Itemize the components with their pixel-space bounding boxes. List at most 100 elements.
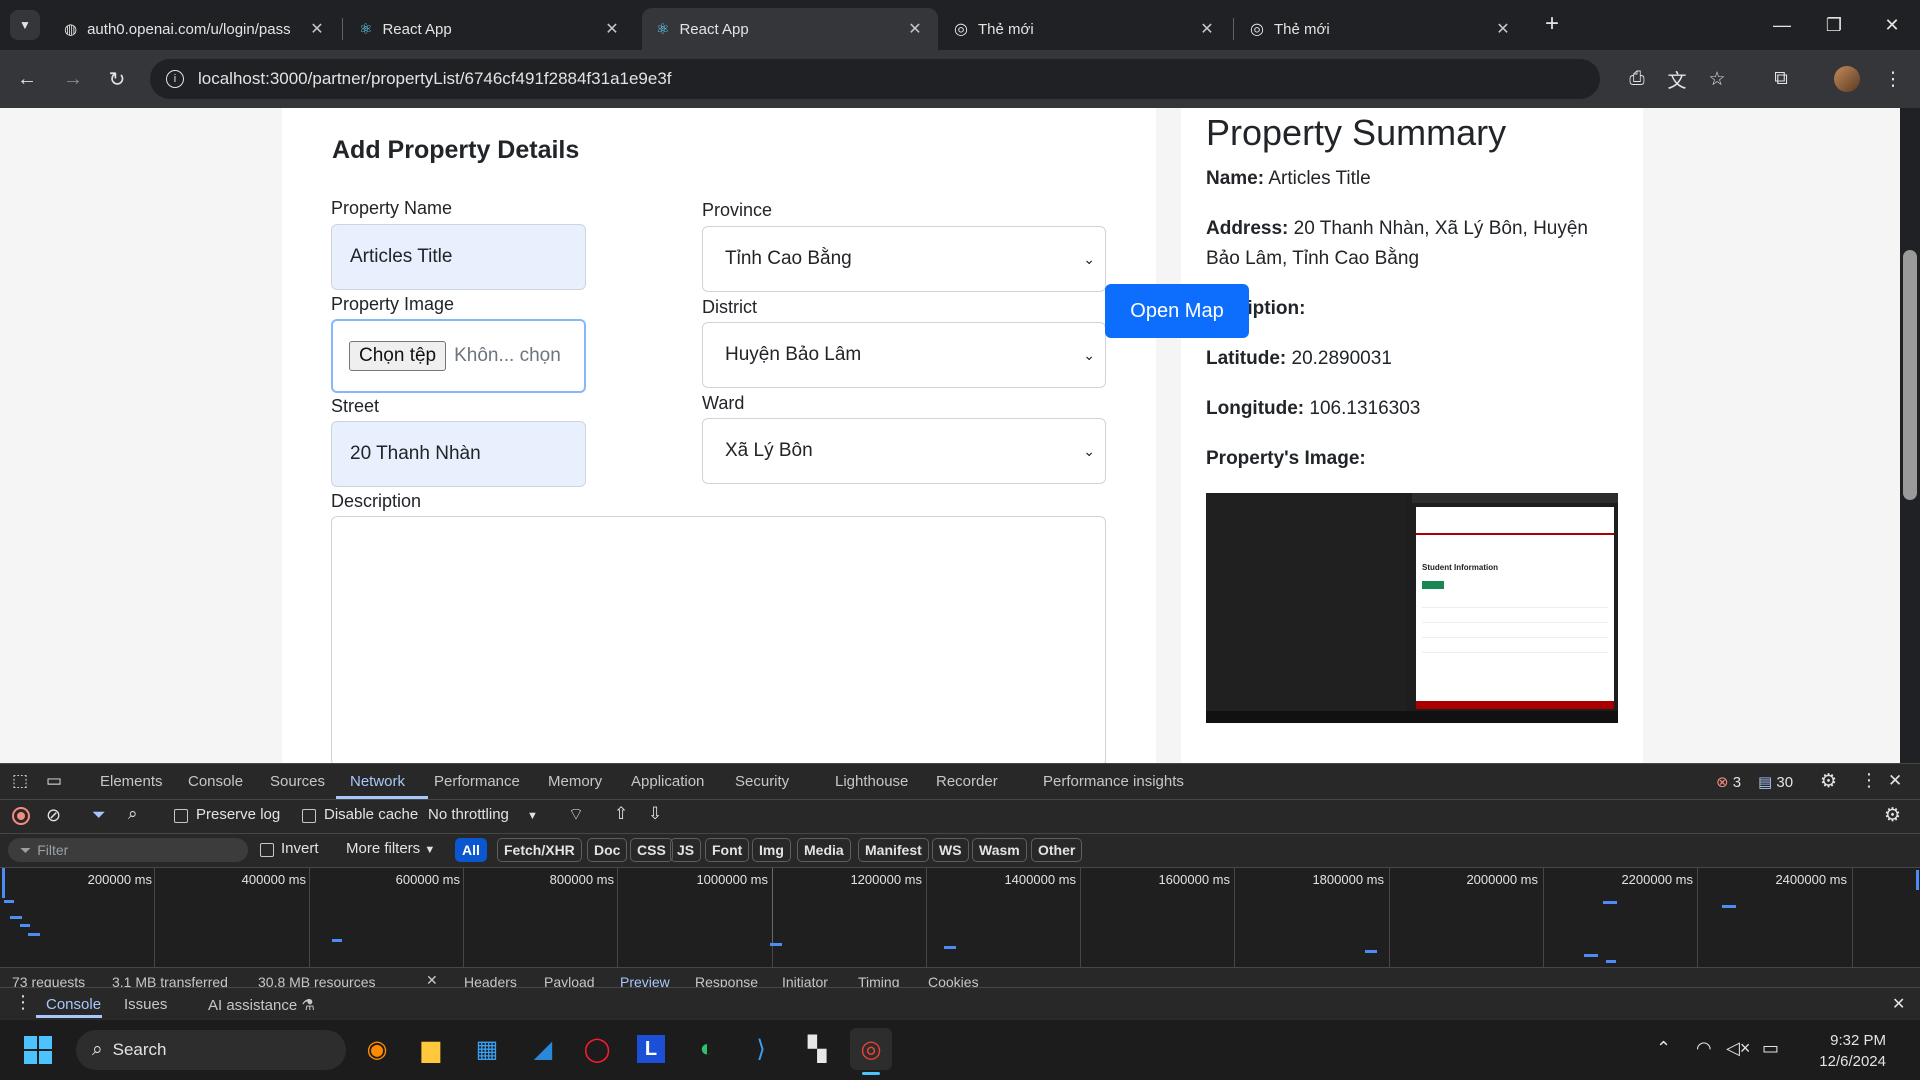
browser-tab[interactable]: ⚛ React App ✕ [345, 8, 635, 50]
extensions-icon[interactable]: ⧉ [1764, 62, 1798, 96]
windows-start-icon[interactable] [24, 1036, 52, 1064]
menu-icon[interactable]: ⋮ [1876, 62, 1910, 96]
tab-search-button[interactable]: ▼ [10, 10, 40, 40]
choose-file-button[interactable]: Chọn tệp [349, 341, 447, 371]
clock-date[interactable]: 12/6/2024 [1800, 1053, 1886, 1070]
ward-select[interactable]: Xã Lý Bôn ⌄ [702, 418, 1106, 484]
browser-tab-active[interactable]: ⚛ React App ✕ [642, 8, 938, 50]
chip-all[interactable]: All [455, 838, 487, 862]
clock-time[interactable]: 9:32 PM [1800, 1032, 1886, 1049]
page-scrollbar-thumb[interactable] [1903, 250, 1917, 500]
preserve-log-checkbox[interactable] [174, 809, 188, 823]
drawer-menu-icon[interactable]: ⋮ [14, 992, 32, 1013]
open-map-button[interactable]: Open Map [1105, 284, 1249, 338]
devtools-tab-performance[interactable]: Performance [434, 773, 520, 790]
chip-font[interactable]: Font [705, 838, 750, 862]
throttling-select[interactable]: No throttling ▼ [428, 806, 538, 823]
devtools-settings-icon[interactable]: ⚙ [1820, 770, 1837, 793]
property-image-input[interactable]: Chọn tệp Khôn... chọn [331, 319, 586, 393]
battery-icon[interactable]: ▭ [1762, 1038, 1779, 1059]
network-settings-icon[interactable]: ⚙ [1884, 804, 1901, 827]
devtools-tab-lighthouse[interactable]: Lighthouse [835, 773, 908, 790]
close-window-button[interactable]: ✕ [1864, 0, 1920, 50]
province-select[interactable]: Tỉnh Cao Bằng ⌄ [702, 226, 1106, 292]
devtools-tab-elements[interactable]: Elements [100, 773, 163, 790]
drawer-tab-ai-assistance[interactable]: AI assistance ⚗ [208, 996, 315, 1014]
chip-img[interactable]: Img [752, 838, 791, 862]
browser-tab[interactable]: ◎ Thẻ mới ✕ [940, 8, 1230, 50]
close-tab-icon[interactable]: ✕ [603, 19, 621, 39]
firefox-icon[interactable]: ◉ [356, 1028, 398, 1070]
invert-checkbox[interactable] [260, 843, 274, 857]
chip-wasm[interactable]: Wasm [972, 838, 1027, 862]
property-name-input[interactable]: Articles Title [331, 224, 586, 290]
chip-css[interactable]: CSS [630, 838, 673, 862]
search-icon[interactable]: ⌕ [128, 804, 138, 824]
devtools-tab-recorder[interactable]: Recorder [936, 773, 998, 790]
app-icon[interactable]: ▚ [796, 1028, 838, 1070]
close-tab-icon[interactable]: ✕ [906, 19, 924, 39]
chip-ws[interactable]: WS [932, 838, 969, 862]
chrome-icon[interactable]: ◎ [850, 1028, 892, 1070]
letter-l-app-icon[interactable]: L [630, 1028, 672, 1070]
detail-tab-initiator[interactable]: Initiator [782, 974, 828, 987]
edge-icon[interactable]: ◐ [686, 1028, 728, 1070]
detail-tab-preview[interactable]: Preview [620, 974, 670, 987]
file-explorer-icon[interactable]: ▆ [410, 1028, 452, 1070]
devtools-tab-memory[interactable]: Memory [548, 773, 602, 790]
new-tab-button[interactable]: + [1545, 10, 1559, 38]
close-tab-icon[interactable]: ✕ [1494, 19, 1512, 39]
inspect-element-icon[interactable]: ⬚ [12, 771, 28, 791]
message-count[interactable]: ▤ 30 [1758, 773, 1793, 791]
vscode-icon[interactable]: ⟩ [740, 1028, 782, 1070]
reload-button[interactable]: ↻ [98, 60, 136, 98]
devtools-close-icon[interactable]: ✕ [1888, 771, 1902, 791]
error-count[interactable]: ⊗ 3 [1716, 773, 1741, 791]
clear-icon[interactable]: ⊘ [46, 805, 61, 826]
devtools-menu-icon[interactable]: ⋮ [1860, 770, 1878, 791]
drawer-tab-console[interactable]: Console [46, 996, 101, 1013]
detail-tab-response[interactable]: Response [695, 974, 758, 987]
install-app-icon[interactable]: ⎙ [1620, 62, 1654, 96]
chip-manifest[interactable]: Manifest [858, 838, 929, 862]
filter-input[interactable]: ⏷ Filter [8, 838, 248, 862]
district-select[interactable]: Huyện Bảo Lâm ⌄ [702, 322, 1106, 388]
bookmark-star-icon[interactable]: ☆ [1700, 62, 1734, 96]
translate-icon[interactable]: 文 [1660, 62, 1694, 96]
avatar[interactable] [1834, 66, 1860, 92]
close-tab-icon[interactable]: ✕ [1198, 19, 1216, 39]
chip-js[interactable]: JS [670, 838, 702, 862]
opera-icon[interactable]: ◯ [576, 1028, 618, 1070]
description-textarea[interactable] [331, 516, 1106, 763]
chip-doc[interactable]: Doc [587, 838, 628, 862]
device-toolbar-icon[interactable]: ▭ [46, 771, 62, 791]
import-har-icon[interactable]: ⇧ [614, 804, 628, 824]
browser-tab[interactable]: ◍ auth0.openai.com/u/login/pass ✕ [50, 8, 340, 50]
devtools-tab-network[interactable]: Network [350, 773, 405, 790]
chip-other[interactable]: Other [1031, 838, 1083, 862]
drawer-close-icon[interactable]: ✕ [1892, 994, 1905, 1014]
minimize-button[interactable]: — [1754, 0, 1810, 50]
record-icon[interactable] [12, 807, 30, 825]
detail-tab-headers[interactable]: Headers [464, 974, 517, 987]
forward-button[interactable]: → [54, 60, 92, 98]
drawer-tab-issues[interactable]: Issues [124, 996, 167, 1013]
microsoft-store-icon[interactable]: ▦ [466, 1028, 508, 1070]
detail-tab-timing[interactable]: Timing [858, 974, 900, 987]
filter-funnel-icon[interactable]: ⏷ [92, 805, 106, 825]
chip-fetch-xhr[interactable]: Fetch/XHR [497, 838, 582, 862]
azure-data-studio-icon[interactable]: ◢ [522, 1028, 564, 1070]
more-filters-button[interactable]: More filters ▼ [346, 840, 435, 857]
wifi-icon[interactable]: ◠ [1696, 1038, 1712, 1059]
volume-muted-icon[interactable]: ◁× [1726, 1038, 1750, 1059]
close-tab-icon[interactable]: ✕ [308, 19, 326, 39]
site-info-icon[interactable]: i [166, 70, 184, 88]
export-har-icon[interactable]: ⇩ [648, 804, 662, 824]
devtools-tab-application[interactable]: Application [631, 773, 704, 790]
maximize-button[interactable]: ❐ [1806, 0, 1862, 50]
browser-tab[interactable]: ◎ Thẻ mới ✕ [1236, 8, 1526, 50]
devtools-tab-security[interactable]: Security [735, 773, 789, 790]
disable-cache-checkbox[interactable] [302, 809, 316, 823]
detail-tab-payload[interactable]: Payload [544, 974, 595, 987]
network-conditions-icon[interactable]: ⌔ [568, 804, 584, 825]
